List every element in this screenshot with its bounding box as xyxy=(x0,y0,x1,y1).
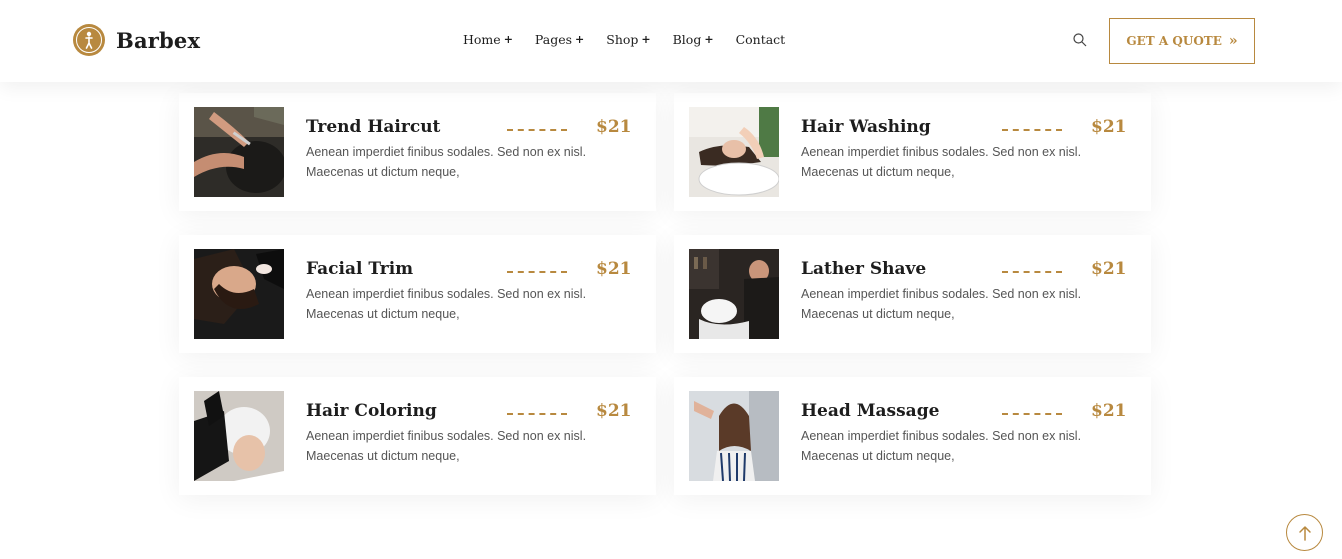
nav-item-shop[interactable]: Shop + xyxy=(606,32,650,47)
double-chevron-right-icon: » xyxy=(1228,33,1238,49)
service-price: $21 xyxy=(1091,117,1127,137)
price-leader-divider xyxy=(507,271,567,273)
hair-washing-photo xyxy=(689,107,779,197)
haircut-photo xyxy=(194,107,284,197)
service-title: Hair Coloring xyxy=(306,401,437,421)
main-nav: Home + Pages + Shop + Blog + Contact xyxy=(463,32,807,47)
service-title: Trend Haircut xyxy=(306,117,441,137)
nav-item-label: Shop xyxy=(606,32,639,47)
price-leader-divider xyxy=(507,129,567,131)
service-description: Aenean imperdiet finibus sodales. Sed no… xyxy=(801,429,1082,463)
service-title: Facial Trim xyxy=(306,259,414,279)
hair-coloring-photo xyxy=(194,391,284,481)
search-icon[interactable] xyxy=(1072,32,1088,48)
service-card[interactable]: Lather Shave $21 Aenean imperdiet finibu… xyxy=(674,235,1151,353)
service-price: $21 xyxy=(596,401,632,421)
service-description: Aenean imperdiet finibus sodales. Sed no… xyxy=(306,429,587,463)
service-price: $21 xyxy=(1091,259,1127,279)
site-header: Barbex Home + Pages + Shop + Blog + Cont… xyxy=(0,0,1342,82)
facial-trim-photo xyxy=(194,249,284,339)
service-title: Hair Washing xyxy=(801,117,931,137)
head-massage-photo xyxy=(689,391,779,481)
price-leader-divider xyxy=(1002,413,1062,415)
service-price: $21 xyxy=(596,117,632,137)
service-description: Aenean imperdiet finibus sodales. Sed no… xyxy=(306,287,587,321)
plus-icon: + xyxy=(704,33,714,46)
nav-item-home[interactable]: Home + xyxy=(463,32,513,47)
service-price: $21 xyxy=(596,259,632,279)
nav-item-blog[interactable]: Blog + xyxy=(673,32,714,47)
price-leader-divider xyxy=(1002,129,1062,131)
nav-item-label: Contact xyxy=(735,32,786,47)
service-card[interactable]: Head Massage $21 Aenean imperdiet finibu… xyxy=(674,377,1151,495)
service-description: Aenean imperdiet finibus sodales. Sed no… xyxy=(801,287,1082,321)
arrow-up-icon xyxy=(1298,525,1311,541)
service-description: Aenean imperdiet finibus sodales. Sed no… xyxy=(801,145,1082,179)
service-price: $21 xyxy=(1091,401,1127,421)
service-card[interactable]: Facial Trim $21 Aenean imperdiet finibus… xyxy=(179,235,656,353)
nav-item-label: Home xyxy=(463,32,501,47)
service-card[interactable]: Hair Coloring $21 Aenean imperdiet finib… xyxy=(179,377,656,495)
lather-shave-photo xyxy=(689,249,779,339)
nav-item-pages[interactable]: Pages + xyxy=(535,32,584,47)
service-card[interactable]: Hair Washing $21 Aenean imperdiet finibu… xyxy=(674,93,1151,211)
plus-icon: + xyxy=(641,33,651,46)
logo[interactable]: Barbex xyxy=(73,24,200,56)
nav-item-label: Pages xyxy=(534,32,573,47)
price-leader-divider xyxy=(507,413,567,415)
nav-item-label: Blog xyxy=(672,32,702,47)
plus-icon: + xyxy=(503,33,513,46)
price-leader-divider xyxy=(1002,271,1062,273)
service-title: Head Massage xyxy=(801,401,940,421)
get-a-quote-button[interactable]: GET A QUOTE » xyxy=(1109,18,1255,64)
service-title: Lather Shave xyxy=(801,259,927,279)
nav-item-contact[interactable]: Contact xyxy=(736,32,786,47)
service-description: Aenean imperdiet finibus sodales. Sed no… xyxy=(306,145,587,179)
scroll-to-top-button[interactable] xyxy=(1286,514,1323,551)
brand-name: Barbex xyxy=(116,27,201,53)
service-card[interactable]: Trend Haircut $21 Aenean imperdiet finib… xyxy=(179,93,656,211)
logo-icon xyxy=(73,24,105,56)
plus-icon: + xyxy=(575,33,585,46)
quote-button-label: GET A QUOTE xyxy=(1126,34,1222,48)
